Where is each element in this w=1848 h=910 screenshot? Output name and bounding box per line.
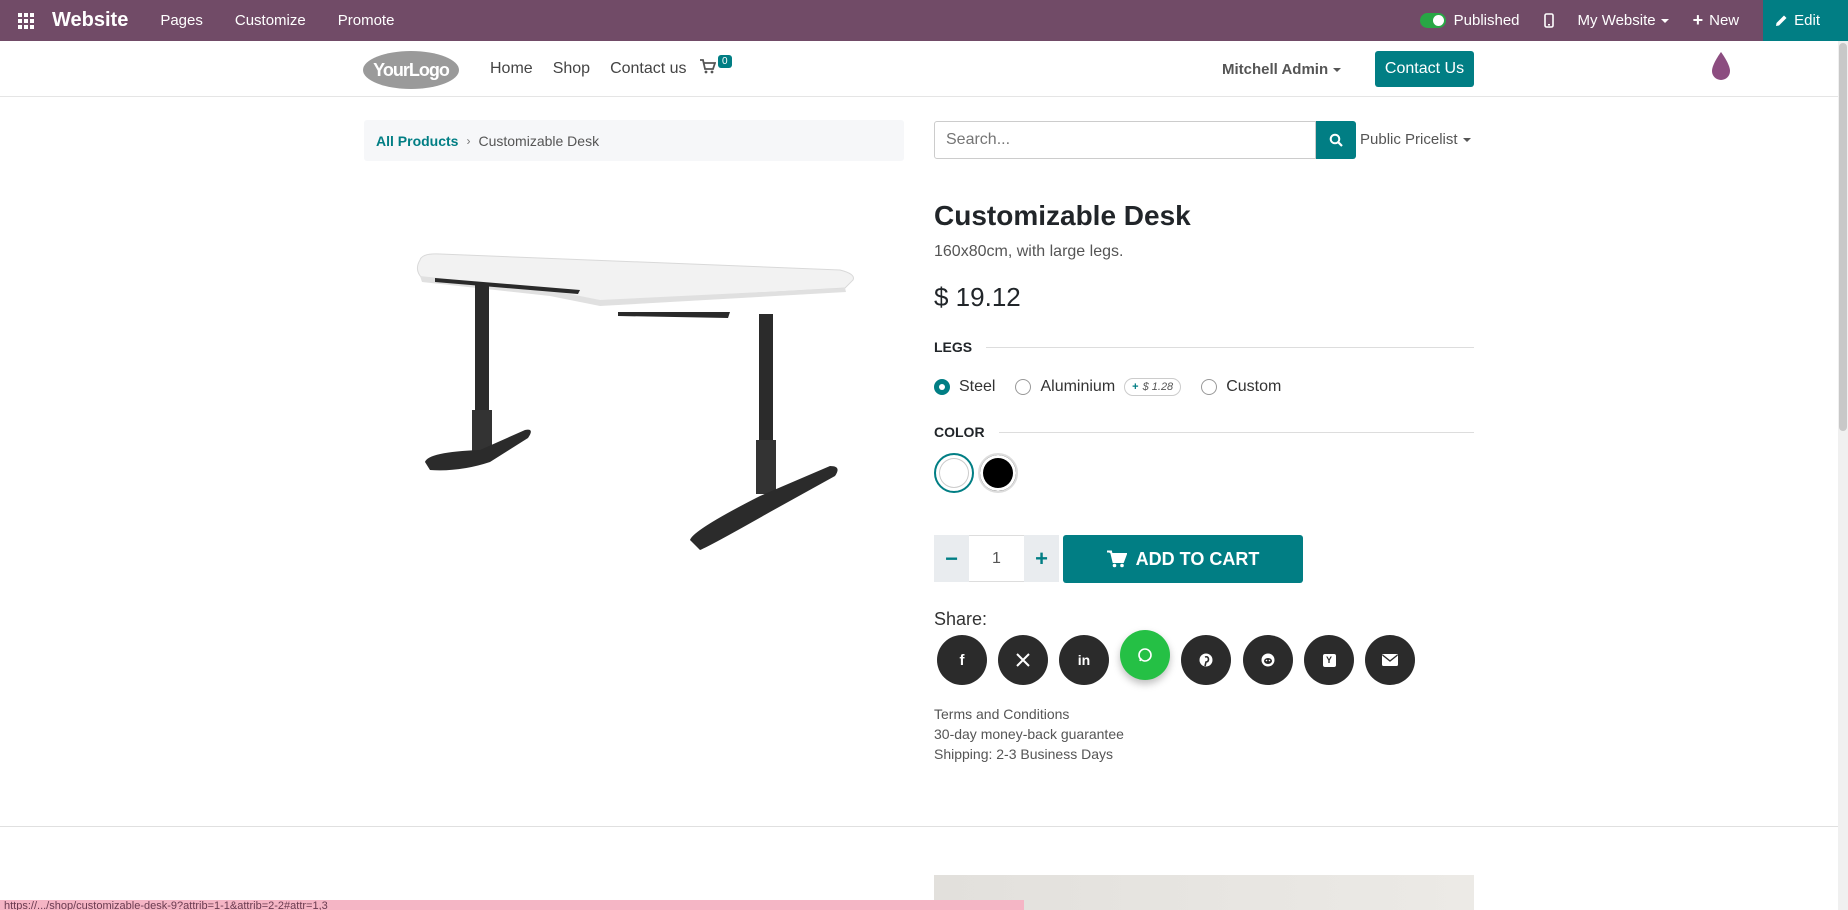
site-logo[interactable]: YourLogo — [363, 51, 459, 89]
legs-option-label: Steel — [959, 378, 996, 395]
pinterest-icon — [1199, 653, 1213, 667]
x-share-button[interactable] — [998, 635, 1048, 685]
section-divider — [0, 826, 1838, 827]
quantity-increase-button[interactable]: + — [1024, 535, 1059, 582]
breadcrumb-all-products[interactable]: All Products — [376, 133, 458, 149]
quantity-decrease-button[interactable]: − — [934, 535, 969, 582]
guarantee-text: 30-day money-back guarantee — [934, 726, 1124, 742]
linkedin-icon: in — [1077, 652, 1091, 668]
pricelist-label: Public Pricelist — [1360, 131, 1458, 148]
price-extra-value: $ 1.28 — [1142, 381, 1174, 393]
new-label: New — [1709, 12, 1740, 29]
quantity-stepper: − 1 + — [934, 535, 1059, 582]
pinterest-share-button[interactable] — [1181, 635, 1231, 685]
legs-section-label: LEGS — [934, 339, 1474, 355]
product-title: Customizable Desk — [934, 200, 1191, 231]
contact-us-button[interactable]: Contact Us — [1375, 51, 1474, 87]
hacker-news-icon: Y — [1322, 653, 1336, 667]
user-menu[interactable]: Mitchell Admin — [1222, 61, 1342, 78]
odoo-drop-icon[interactable] — [1709, 50, 1733, 82]
legs-option-custom[interactable]: Custom — [1201, 378, 1281, 396]
user-name: Mitchell Admin — [1222, 61, 1329, 78]
toggle-switch[interactable] — [1419, 13, 1446, 28]
page-scrollbar[interactable] — [1838, 41, 1848, 910]
cart-link[interactable]: 0 — [700, 55, 732, 74]
quantity-input[interactable]: 1 — [969, 535, 1024, 582]
menu-promote[interactable]: Promote — [338, 12, 395, 29]
chevron-down-icon — [1333, 68, 1342, 73]
shipping-text: Shipping: 2-3 Business Days — [934, 746, 1113, 762]
search-input[interactable] — [934, 121, 1316, 159]
product-description: 160x80cm, with large legs. — [934, 243, 1124, 260]
legs-option-aluminium[interactable]: Aluminium + $ 1.28 — [1015, 378, 1182, 396]
website-topbar: Website Pages Customize Promote Publishe… — [0, 0, 1848, 41]
radio-unselected[interactable] — [1015, 379, 1032, 395]
color-section-label: COLOR — [934, 424, 1474, 440]
color-swatch-white[interactable] — [934, 453, 974, 493]
chevron-down-icon — [1660, 18, 1669, 23]
published-toggle[interactable]: Published — [1419, 12, 1520, 29]
email-share-button[interactable] — [1365, 635, 1415, 685]
hacker-news-share-button[interactable]: Y — [1304, 635, 1354, 685]
legs-option-steel[interactable]: Steel — [934, 378, 995, 396]
product-price: $ 19.12 — [934, 282, 1021, 312]
edit-button[interactable]: Edit — [1763, 0, 1848, 41]
plus-icon: + — [1692, 10, 1704, 30]
pricelist-dropdown[interactable]: Public Pricelist — [1360, 131, 1471, 148]
website-switcher-label: My Website — [1577, 12, 1656, 29]
main-nav: Home Shop Contact us — [490, 60, 707, 78]
new-button[interactable]: + New — [1693, 10, 1740, 31]
chevron-right-icon: › — [466, 133, 471, 148]
add-to-cart-label: ADD TO CART — [1135, 548, 1260, 569]
app-title[interactable]: Website — [52, 9, 128, 32]
menu-pages[interactable]: Pages — [160, 12, 203, 29]
breadcrumb: All Products › Customizable Desk — [364, 120, 904, 161]
x-icon — [1016, 653, 1030, 667]
reddit-icon — [1261, 653, 1275, 667]
legs-label: LEGS — [934, 339, 973, 355]
facebook-icon: f — [959, 651, 965, 669]
nav-shop[interactable]: Shop — [553, 60, 590, 78]
whatsapp-share-button[interactable] — [1120, 630, 1170, 680]
cart-icon — [1106, 550, 1127, 568]
linkedin-share-button[interactable]: in — [1059, 635, 1109, 685]
legs-options: Steel Aluminium + $ 1.28 Custom — [934, 378, 1301, 396]
search-button[interactable] — [1316, 121, 1356, 159]
scrollbar-thumb[interactable] — [1839, 43, 1847, 431]
nav-home[interactable]: Home — [490, 60, 533, 78]
apps-menu-icon[interactable] — [0, 0, 52, 41]
plus-sign: + — [1132, 381, 1139, 393]
mobile-icon — [1543, 13, 1554, 28]
whatsapp-icon — [1138, 648, 1152, 662]
link-status-bar: https://.../shop/customizable-desk-9?att… — [0, 900, 1024, 910]
published-label: Published — [1453, 12, 1520, 29]
product-image — [416, 253, 854, 550]
email-icon — [1382, 654, 1398, 666]
menu-customize[interactable]: Customize — [235, 12, 306, 29]
cart-icon — [700, 59, 716, 74]
legs-option-label: Aluminium — [1040, 378, 1116, 395]
add-to-cart-button[interactable]: ADD TO CART — [1063, 535, 1303, 583]
nav-contact[interactable]: Contact us — [610, 60, 686, 78]
edit-label: Edit — [1794, 12, 1820, 29]
radio-selected[interactable] — [934, 379, 950, 395]
mobile-preview-button[interactable] — [1543, 13, 1554, 28]
product-terms: Terms and Conditions 30-day money-back g… — [934, 704, 1124, 764]
website-switcher[interactable]: My Website — [1578, 12, 1669, 29]
reddit-share-button[interactable] — [1243, 635, 1293, 685]
price-extra-badge: + $ 1.28 — [1124, 378, 1182, 396]
breadcrumb-current: Customizable Desk — [478, 132, 600, 149]
share-label: Share: — [934, 609, 988, 629]
radio-unselected[interactable] — [1201, 379, 1218, 395]
terms-link[interactable]: Terms and Conditions — [934, 704, 1124, 724]
chevron-down-icon — [1462, 138, 1471, 143]
cart-count-badge: 0 — [718, 55, 732, 68]
site-header: YourLogo Home Shop Contact us 0 Mitchell… — [0, 41, 1838, 97]
color-swatch-black[interactable] — [978, 453, 1018, 493]
legs-option-label: Custom — [1226, 378, 1282, 395]
color-label: COLOR — [934, 424, 985, 440]
search-icon — [1329, 133, 1343, 147]
facebook-share-button[interactable]: f — [937, 635, 987, 685]
pencil-icon — [1776, 15, 1787, 26]
